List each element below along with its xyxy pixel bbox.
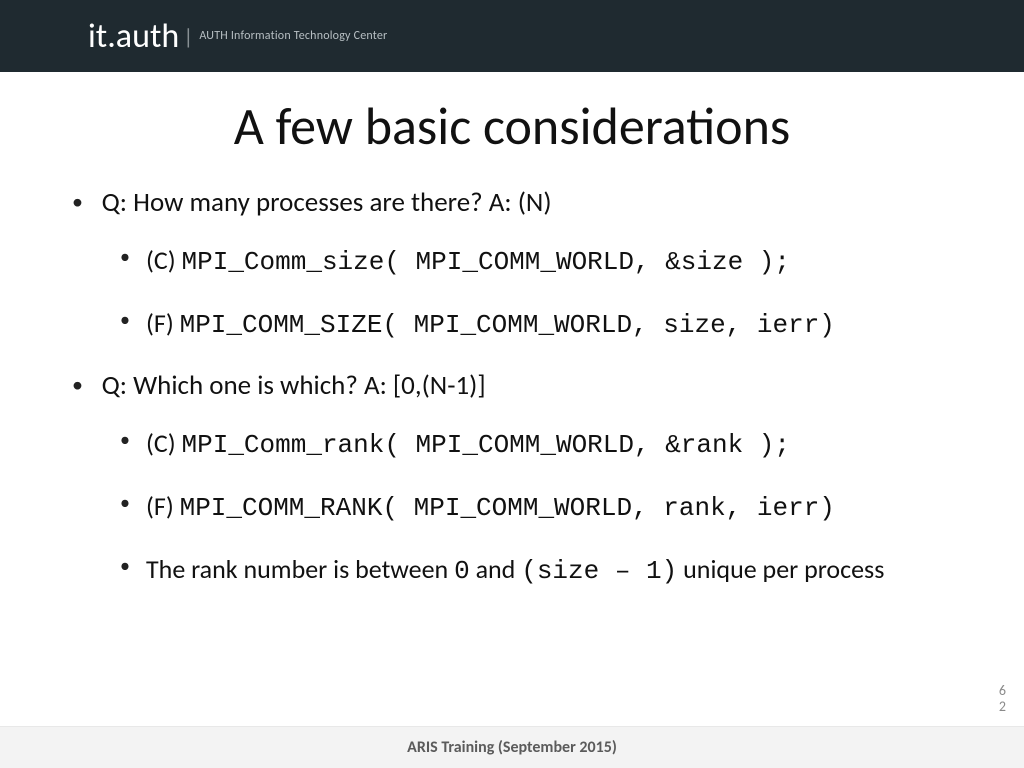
logo-dot: . — [107, 16, 116, 57]
q1-f-tag: (F) — [146, 307, 180, 339]
footer-band: ARIS Training (September 2015) — [0, 726, 1024, 768]
q1-f-code: MPI_COMM_SIZE( MPI_COMM_WORLD, size, ier… — [180, 310, 835, 340]
page-number: 6 2 — [999, 683, 1006, 714]
slide-content: Q: How many processes are there? A: (N) … — [0, 186, 1024, 589]
q1-c-line: (C) MPI_Comm_size( MPI_COMM_WORLD, &size… — [120, 243, 968, 280]
logo-it: it — [88, 16, 107, 57]
logo-separator: | — [183, 23, 193, 50]
slide-title: A few basic considerations — [0, 94, 1024, 158]
q2-text: Q: Which one is which? A: [0,(N-1)] — [102, 369, 486, 402]
page-number-top: 6 — [999, 683, 1006, 698]
q2-note-post: unique per process — [677, 553, 884, 585]
q2-f-code: MPI_COMM_RANK( MPI_COMM_WORLD, rank, ier… — [180, 493, 835, 523]
q2-note-pre: The rank number is between — [146, 553, 454, 585]
page-number-bottom: 2 — [999, 699, 1006, 714]
footer-text: ARIS Training (September 2015) — [407, 738, 617, 757]
bullet-q1: Q: How many processes are there? A: (N) … — [72, 186, 968, 343]
q1-text: Q: How many processes are there? A: (N) — [102, 186, 552, 219]
q1-c-code: MPI_Comm_size( MPI_COMM_WORLD, &size ); — [182, 247, 791, 277]
header-bar: it.auth | AUTH Information Technology Ce… — [0, 0, 1024, 72]
q1-c-tag: (C) — [146, 244, 182, 276]
logo-auth: auth — [116, 16, 179, 57]
logo: it.auth — [88, 16, 179, 57]
q2-f-tag: (F) — [146, 490, 180, 522]
q1-f-line: (F) MPI_COMM_SIZE( MPI_COMM_WORLD, size,… — [120, 306, 968, 343]
q2-note-code2: (size – 1) — [521, 556, 677, 586]
bullet-q2: Q: Which one is which? A: [0,(N-1)] (C) … — [72, 369, 968, 589]
logo-subtitle: AUTH Information Technology Center — [199, 29, 387, 43]
q2-c-line: (C) MPI_Comm_rank( MPI_COMM_WORLD, &rank… — [120, 426, 968, 463]
q2-c-tag: (C) — [146, 427, 182, 459]
q2-f-line: (F) MPI_COMM_RANK( MPI_COMM_WORLD, rank,… — [120, 489, 968, 526]
q2-note-mid: and — [470, 553, 522, 585]
q2-note-line: The rank number is between 0 and (size –… — [120, 552, 968, 589]
q2-c-code: MPI_Comm_rank( MPI_COMM_WORLD, &rank ); — [182, 430, 791, 460]
q2-note-code1: 0 — [454, 556, 470, 586]
